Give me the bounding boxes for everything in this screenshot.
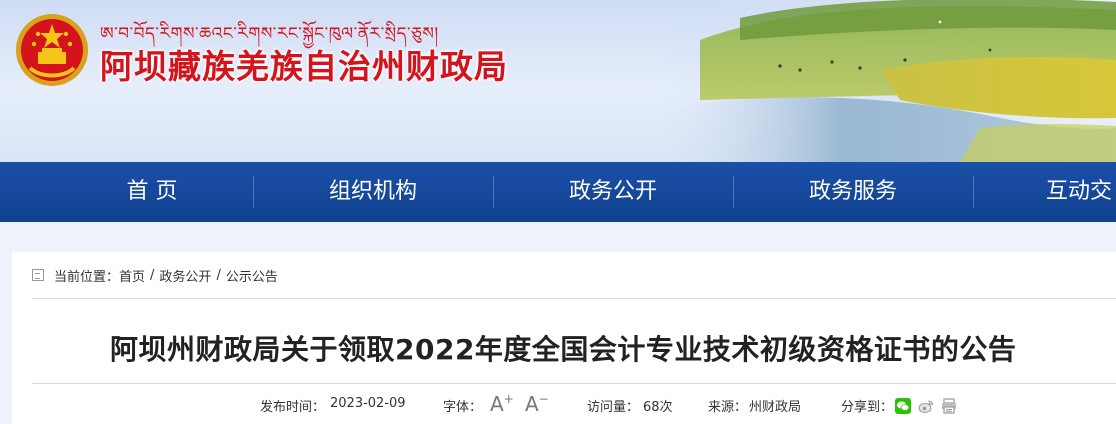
font-decrease-label: A bbox=[525, 392, 539, 416]
print-icon[interactable] bbox=[941, 398, 957, 414]
font-increase-label: A bbox=[490, 392, 504, 416]
weibo-icon[interactable] bbox=[918, 398, 934, 414]
publish-date-label: 发布时间： bbox=[260, 400, 326, 415]
nav-item-organization[interactable]: 组织机构 bbox=[253, 162, 493, 222]
divider bbox=[32, 383, 1116, 384]
breadcrumb: 当前位置： 首页 / 政务公开 / 公示公告 bbox=[32, 266, 278, 285]
national-emblem-icon bbox=[16, 14, 88, 86]
publish-date: 2023-02-09 bbox=[330, 396, 406, 411]
nav-item-government-services[interactable]: 政务服务 bbox=[733, 162, 973, 222]
main-nav: 首 页 组织机构 政务公开 政务服务 互动交 bbox=[0, 162, 1116, 222]
divider bbox=[32, 298, 1116, 299]
source-label: 来源： bbox=[708, 400, 748, 415]
nav-item-interaction[interactable]: 互动交 bbox=[973, 162, 1116, 222]
font-decrease-button[interactable]: A− bbox=[525, 392, 549, 416]
breadcrumb-separator: / bbox=[216, 267, 221, 283]
article-card: 当前位置： 首页 / 政务公开 / 公示公告 阿坝州财政局关于领取2022年度全… bbox=[12, 252, 1116, 424]
nav-item-home[interactable]: 首 页 bbox=[32, 162, 272, 222]
breadcrumb-prefix: 当前位置： bbox=[54, 269, 120, 285]
wechat-icon[interactable] bbox=[895, 398, 911, 414]
breadcrumb-announcements-link[interactable]: 公示公告 bbox=[226, 266, 278, 285]
breadcrumb-government-affairs-link[interactable]: 政务公开 bbox=[159, 266, 211, 285]
header-banner: ཨ་བ་བོད་རིགས་ཆའང་རིགས་རང་སྐྱོང་ཁུལ་ནོར་ས… bbox=[0, 0, 1116, 162]
source-value: 州财政局 bbox=[749, 400, 802, 415]
breadcrumb-home-link[interactable]: 首页 bbox=[119, 266, 145, 285]
breadcrumb-separator: / bbox=[150, 267, 155, 283]
nav-item-government-affairs[interactable]: 政务公开 bbox=[493, 162, 733, 222]
views-label: 访问量： bbox=[587, 400, 640, 415]
font-increase-button[interactable]: A+ bbox=[490, 392, 514, 416]
location-icon bbox=[32, 269, 44, 281]
font-size-label: 字体： bbox=[443, 400, 483, 415]
bureau-name: 阿坝藏族羌族自治州财政局 bbox=[100, 47, 508, 86]
article-title: 阿坝州财政局关于领取2022年度全国会计专业技术初级资格证书的公告 bbox=[110, 333, 1017, 366]
views-count: 68次 bbox=[643, 400, 673, 415]
share-label: 分享到： bbox=[841, 400, 894, 415]
